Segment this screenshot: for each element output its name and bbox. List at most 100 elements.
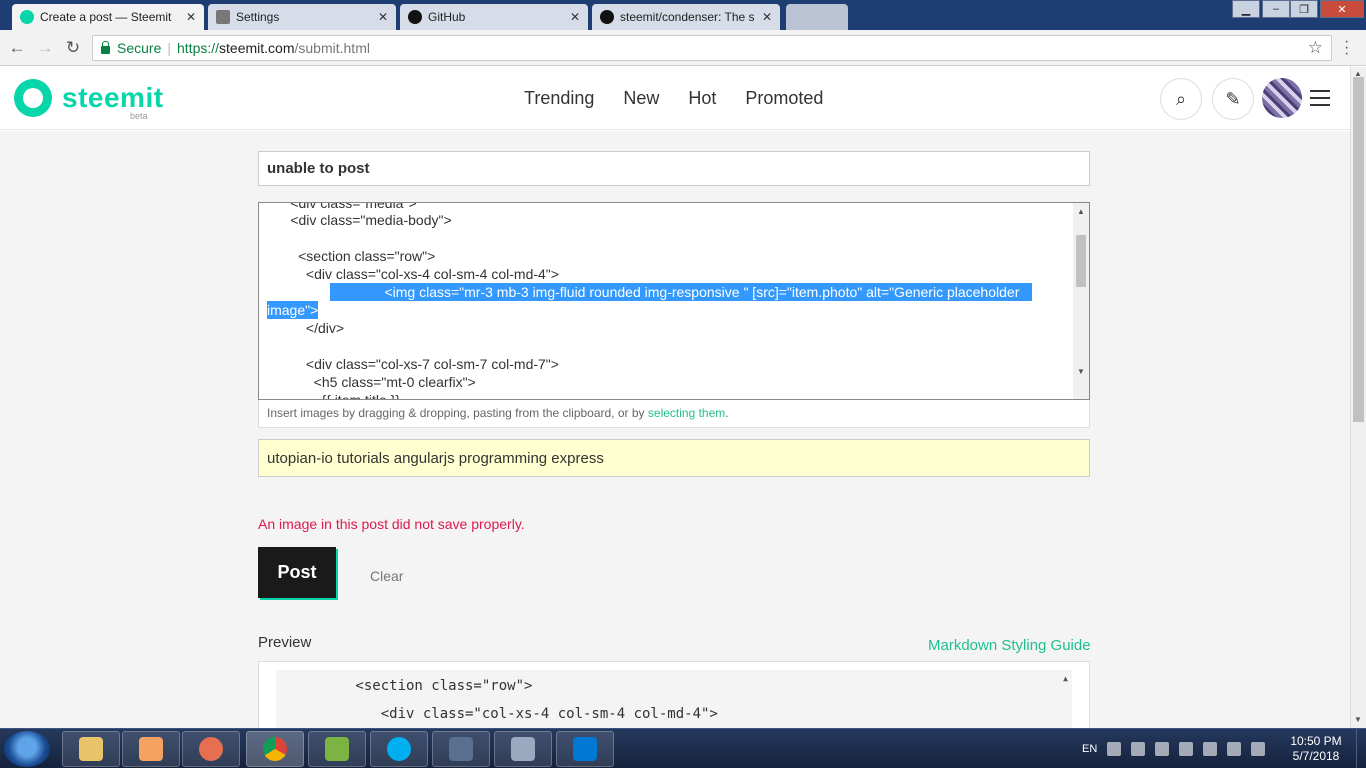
hamburger-menu-icon[interactable] <box>1310 90 1330 111</box>
git-tool-icon[interactable] <box>308 731 366 767</box>
code-line: <section class="row"> <box>288 678 533 694</box>
skype-icon[interactable] <box>370 731 428 767</box>
pencil-icon[interactable]: ✎ <box>1212 78 1254 120</box>
tags-input[interactable]: utopian-io tutorials angularjs programmi… <box>258 439 1090 477</box>
scroll-up-icon[interactable]: ▲ <box>1077 207 1085 216</box>
system-tray: EN <box>1082 729 1266 768</box>
code-line: <div class="col-xs-4 col-sm-4 col-md-4"> <box>288 706 718 722</box>
video-editor-icon[interactable] <box>432 731 490 767</box>
bluetooth-icon[interactable] <box>1155 742 1170 756</box>
close-tab-icon[interactable]: ✕ <box>762 10 772 24</box>
editor-line: {{ item.title }} <box>267 392 401 400</box>
close-tab-icon[interactable]: ✕ <box>186 10 196 24</box>
minimize-icon[interactable]: ▁ <box>1232 0 1260 18</box>
secure-label: Secure <box>117 40 162 56</box>
editor-line-selected: image"> <box>267 301 319 319</box>
scrollbar-thumb[interactable] <box>1353 77 1364 422</box>
volume-icon[interactable] <box>1251 742 1266 756</box>
browser-tab-strip: Create a post — Steemit ✕ Settings ✕ Git… <box>0 0 1366 30</box>
tab-settings[interactable]: Settings ✕ <box>208 4 396 30</box>
top-nav: Trending New Hot Promoted <box>524 88 852 109</box>
post-body-editor[interactable]: <div class="media"> <div class="media-bo… <box>258 202 1090 400</box>
reload-icon[interactable]: ↻ <box>62 37 84 59</box>
clear-button[interactable]: Clear <box>370 568 403 584</box>
nav-promoted[interactable]: Promoted <box>745 88 823 109</box>
logo-text: steemit <box>62 82 164 113</box>
scroll-down-icon[interactable]: ▼ <box>1354 715 1362 724</box>
dropzone-text: Insert images by dragging & dropping, pa… <box>267 406 648 420</box>
file-explorer-icon[interactable] <box>62 731 120 767</box>
address-bar[interactable]: Secure | https://steemit.com/submit.html… <box>92 35 1332 61</box>
preview-heading: Preview <box>258 634 312 651</box>
language-indicator[interactable]: EN <box>1082 743 1097 755</box>
back-arrow-icon[interactable]: ← <box>6 37 28 59</box>
minimize-window-icon[interactable]: – <box>1262 0 1290 18</box>
battery-icon[interactable] <box>1203 742 1218 756</box>
post-button[interactable]: Post <box>258 547 336 598</box>
editor-scrollbar-thumb[interactable] <box>1076 235 1086 287</box>
signal-icon[interactable] <box>1179 742 1194 756</box>
clock-time: 10:50 PM <box>1290 734 1342 748</box>
steemit-favicon-icon <box>20 10 34 24</box>
editor-line: <div class="media-body"> <box>267 212 452 228</box>
tab-title: steemit/condenser: The s <box>620 10 755 24</box>
tab-condenser[interactable]: steemit/condenser: The s ✕ <box>592 4 780 30</box>
github-favicon-icon <box>600 10 614 24</box>
flag-icon[interactable] <box>1227 742 1242 756</box>
media-player-icon[interactable] <box>122 731 180 767</box>
tab-title: Settings <box>236 10 280 24</box>
url-protocol: https:// <box>177 40 220 56</box>
page-scrollbar[interactable]: ▲ ▼ <box>1350 67 1366 728</box>
github-favicon-icon <box>408 10 422 24</box>
scroll-down-icon[interactable]: ▼ <box>1077 367 1085 376</box>
error-message: An image in this post did not save prope… <box>258 516 525 532</box>
markdown-guide-link[interactable]: Markdown Styling Guide <box>928 637 1091 654</box>
browser-menu-icon[interactable]: · · · <box>1344 34 1349 62</box>
secure-indicator[interactable]: Secure <box>101 40 161 56</box>
scroll-up-icon[interactable]: ▲ <box>1063 674 1068 683</box>
editor-line: <section class="row"> <box>267 248 436 264</box>
editor-line-selected: <img class="mr-3 mb-3 img-fluid rounded … <box>330 283 1032 301</box>
preview-panel: <section class="row"> <div class="col-xs… <box>258 661 1090 731</box>
steemit-logo-icon <box>14 79 52 117</box>
beta-label: beta <box>130 111 148 121</box>
submit-page: unable to post <div class="media"> <div … <box>0 131 1350 731</box>
firefox-icon[interactable] <box>182 731 240 767</box>
nav-trending[interactable]: Trending <box>524 88 594 109</box>
close-tab-icon[interactable]: ✕ <box>378 10 388 24</box>
tab-title: GitHub <box>428 10 466 24</box>
site-header: steemit beta Trending New Hot Promoted ⌕… <box>0 67 1350 130</box>
windows-taskbar: EN 10:50 PM 5/7/2018 <box>0 728 1366 768</box>
close-tab-icon[interactable]: ✕ <box>570 10 580 24</box>
maximize-icon[interactable]: ❐ <box>1290 0 1318 18</box>
tab-title: Create a post — Steemit <box>40 10 172 24</box>
tab-github[interactable]: GitHub ✕ <box>400 4 588 30</box>
settings-favicon-icon <box>216 10 230 24</box>
image-dropzone[interactable]: Insert images by dragging & dropping, pa… <box>258 400 1090 428</box>
camera-app-icon[interactable] <box>494 731 552 767</box>
editor-line: <h5 class="mt-0 clearfix"> <box>267 374 476 390</box>
vscode-icon[interactable] <box>556 731 614 767</box>
browser-toolbar: ← → ↻ Secure | https://steemit.com/submi… <box>0 30 1366 66</box>
clock-date: 5/7/2018 <box>1292 749 1340 763</box>
nav-new[interactable]: New <box>623 88 659 109</box>
windows-start-icon[interactable] <box>4 731 50 767</box>
post-title-input[interactable]: unable to post <box>258 151 1090 186</box>
editor-line: <div class="col-xs-4 col-sm-4 col-md-4"> <box>267 266 559 282</box>
forward-arrow-icon[interactable]: → <box>34 37 56 59</box>
tab-create-post[interactable]: Create a post — Steemit ✕ <box>12 4 204 30</box>
bookmark-star-icon[interactable]: ☆ <box>1308 38 1323 58</box>
url-host: steemit.com <box>219 40 295 56</box>
taskbar-clock[interactable]: 10:50 PM 5/7/2018 <box>1288 734 1344 764</box>
avatar[interactable] <box>1262 78 1302 118</box>
network-tray-icon[interactable] <box>1107 742 1122 756</box>
close-window-icon[interactable]: ✕ <box>1320 0 1364 18</box>
editor-scrollbar[interactable]: ▲ ▼ <box>1073 203 1089 399</box>
search-icon[interactable]: ⌕ <box>1160 78 1202 120</box>
chrome-icon[interactable] <box>246 731 304 767</box>
new-tab-button[interactable] <box>786 4 848 30</box>
nav-hot[interactable]: Hot <box>688 88 716 109</box>
show-desktop-button[interactable] <box>1356 729 1366 768</box>
app-tray-icon[interactable] <box>1131 742 1146 756</box>
select-images-link[interactable]: selecting them <box>648 406 725 420</box>
